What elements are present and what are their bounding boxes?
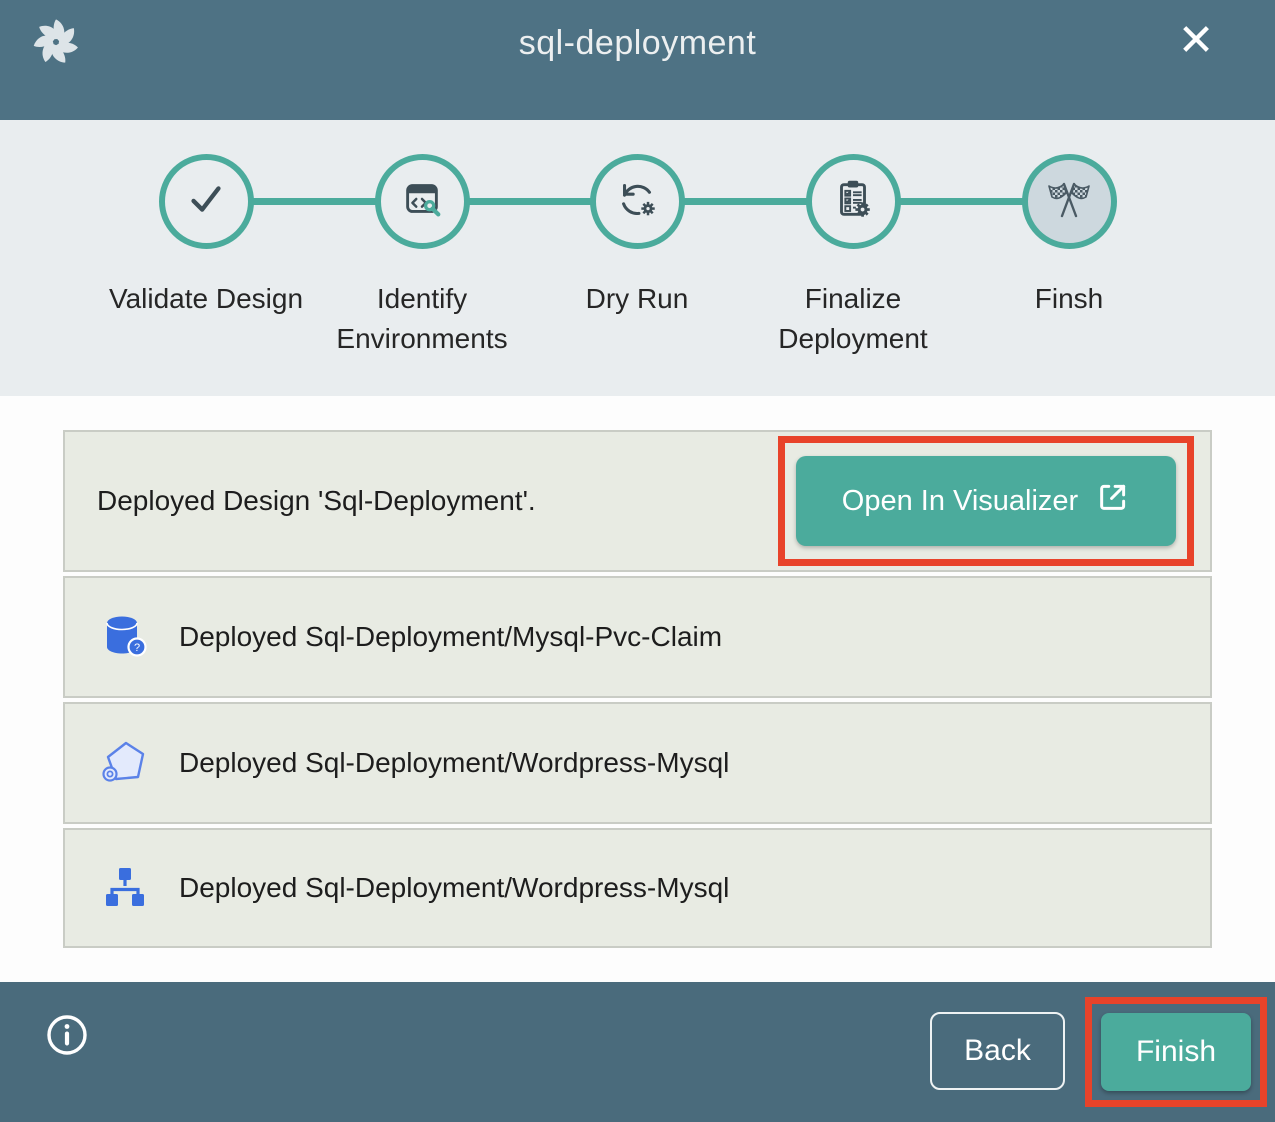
step-circle <box>806 154 901 249</box>
step-circle <box>375 154 470 249</box>
sync-gear-icon <box>614 176 660 227</box>
step-circle <box>590 154 685 249</box>
deployment-summary-row: Deployed Design 'Sql-Deployment'. Open I… <box>63 430 1212 572</box>
deployment-result-row: ? Deployed Sql-Deployment/Mysql-Pvc-Clai… <box>63 576 1212 698</box>
svg-text:?: ? <box>134 642 140 654</box>
deployment-result-text: Deployed Sql-Deployment/Mysql-Pvc-Claim <box>179 621 722 653</box>
modal-header: sql-deployment ✕ <box>0 0 1275 120</box>
sql-deployment-modal: sql-deployment ✕ Validate Design <box>0 0 1275 1122</box>
step-label: Finsh <box>961 279 1177 319</box>
step-label: Validate Design <box>98 279 314 319</box>
deployment-result-text: Deployed Sql-Deployment/Wordpress-Mysql <box>179 747 729 779</box>
code-tools-icon <box>399 176 445 227</box>
step-dry-run: Dry Run <box>529 154 745 319</box>
check-icon <box>183 176 229 227</box>
step-label: Identify Environments <box>314 279 530 359</box>
database-icon: ? <box>99 611 151 663</box>
open-in-visualizer-button[interactable]: Open In Visualizer <box>796 456 1176 546</box>
deployment-result-row: Deployed Sql-Deployment/Wordpress-Mysql <box>63 702 1212 824</box>
deployment-stepper: Validate Design Identify Environme <box>0 120 1275 396</box>
annotation-box-finish: Finish <box>1085 997 1267 1107</box>
clipboard-gear-icon <box>830 176 876 227</box>
close-icon[interactable]: ✕ <box>1173 18 1219 64</box>
deployment-result-text: Deployed Sql-Deployment/Wordpress-Mysql <box>179 872 729 904</box>
step-identify-environments: Identify Environments <box>314 154 530 359</box>
back-button[interactable]: Back <box>930 1012 1065 1090</box>
pentagon-icon <box>99 737 151 789</box>
step-finsh: Finsh <box>961 154 1177 319</box>
modal-footer: Back Finish <box>0 982 1275 1122</box>
deployment-result-row: Deployed Sql-Deployment/Wordpress-Mysql <box>63 828 1212 948</box>
external-link-icon <box>1096 480 1130 522</box>
info-icon[interactable] <box>44 1012 90 1058</box>
finish-button[interactable]: Finish <box>1101 1013 1251 1091</box>
deployment-summary-text: Deployed Design 'Sql-Deployment'. <box>97 485 778 517</box>
tree-icon <box>99 862 151 914</box>
race-flags-icon <box>1045 175 1093 228</box>
step-validate-design: Validate Design <box>98 154 314 319</box>
open-in-visualizer-label: Open In Visualizer <box>842 485 1078 518</box>
step-label: Finalize Deployment <box>745 279 961 359</box>
step-finalize-deployment: Finalize Deployment <box>745 154 961 359</box>
step-circle <box>159 154 254 249</box>
modal-title: sql-deployment <box>0 24 1275 63</box>
step-circle <box>1022 154 1117 249</box>
annotation-box-open-in-visualizer: Open In Visualizer <box>778 436 1194 566</box>
step-label: Dry Run <box>529 279 745 319</box>
